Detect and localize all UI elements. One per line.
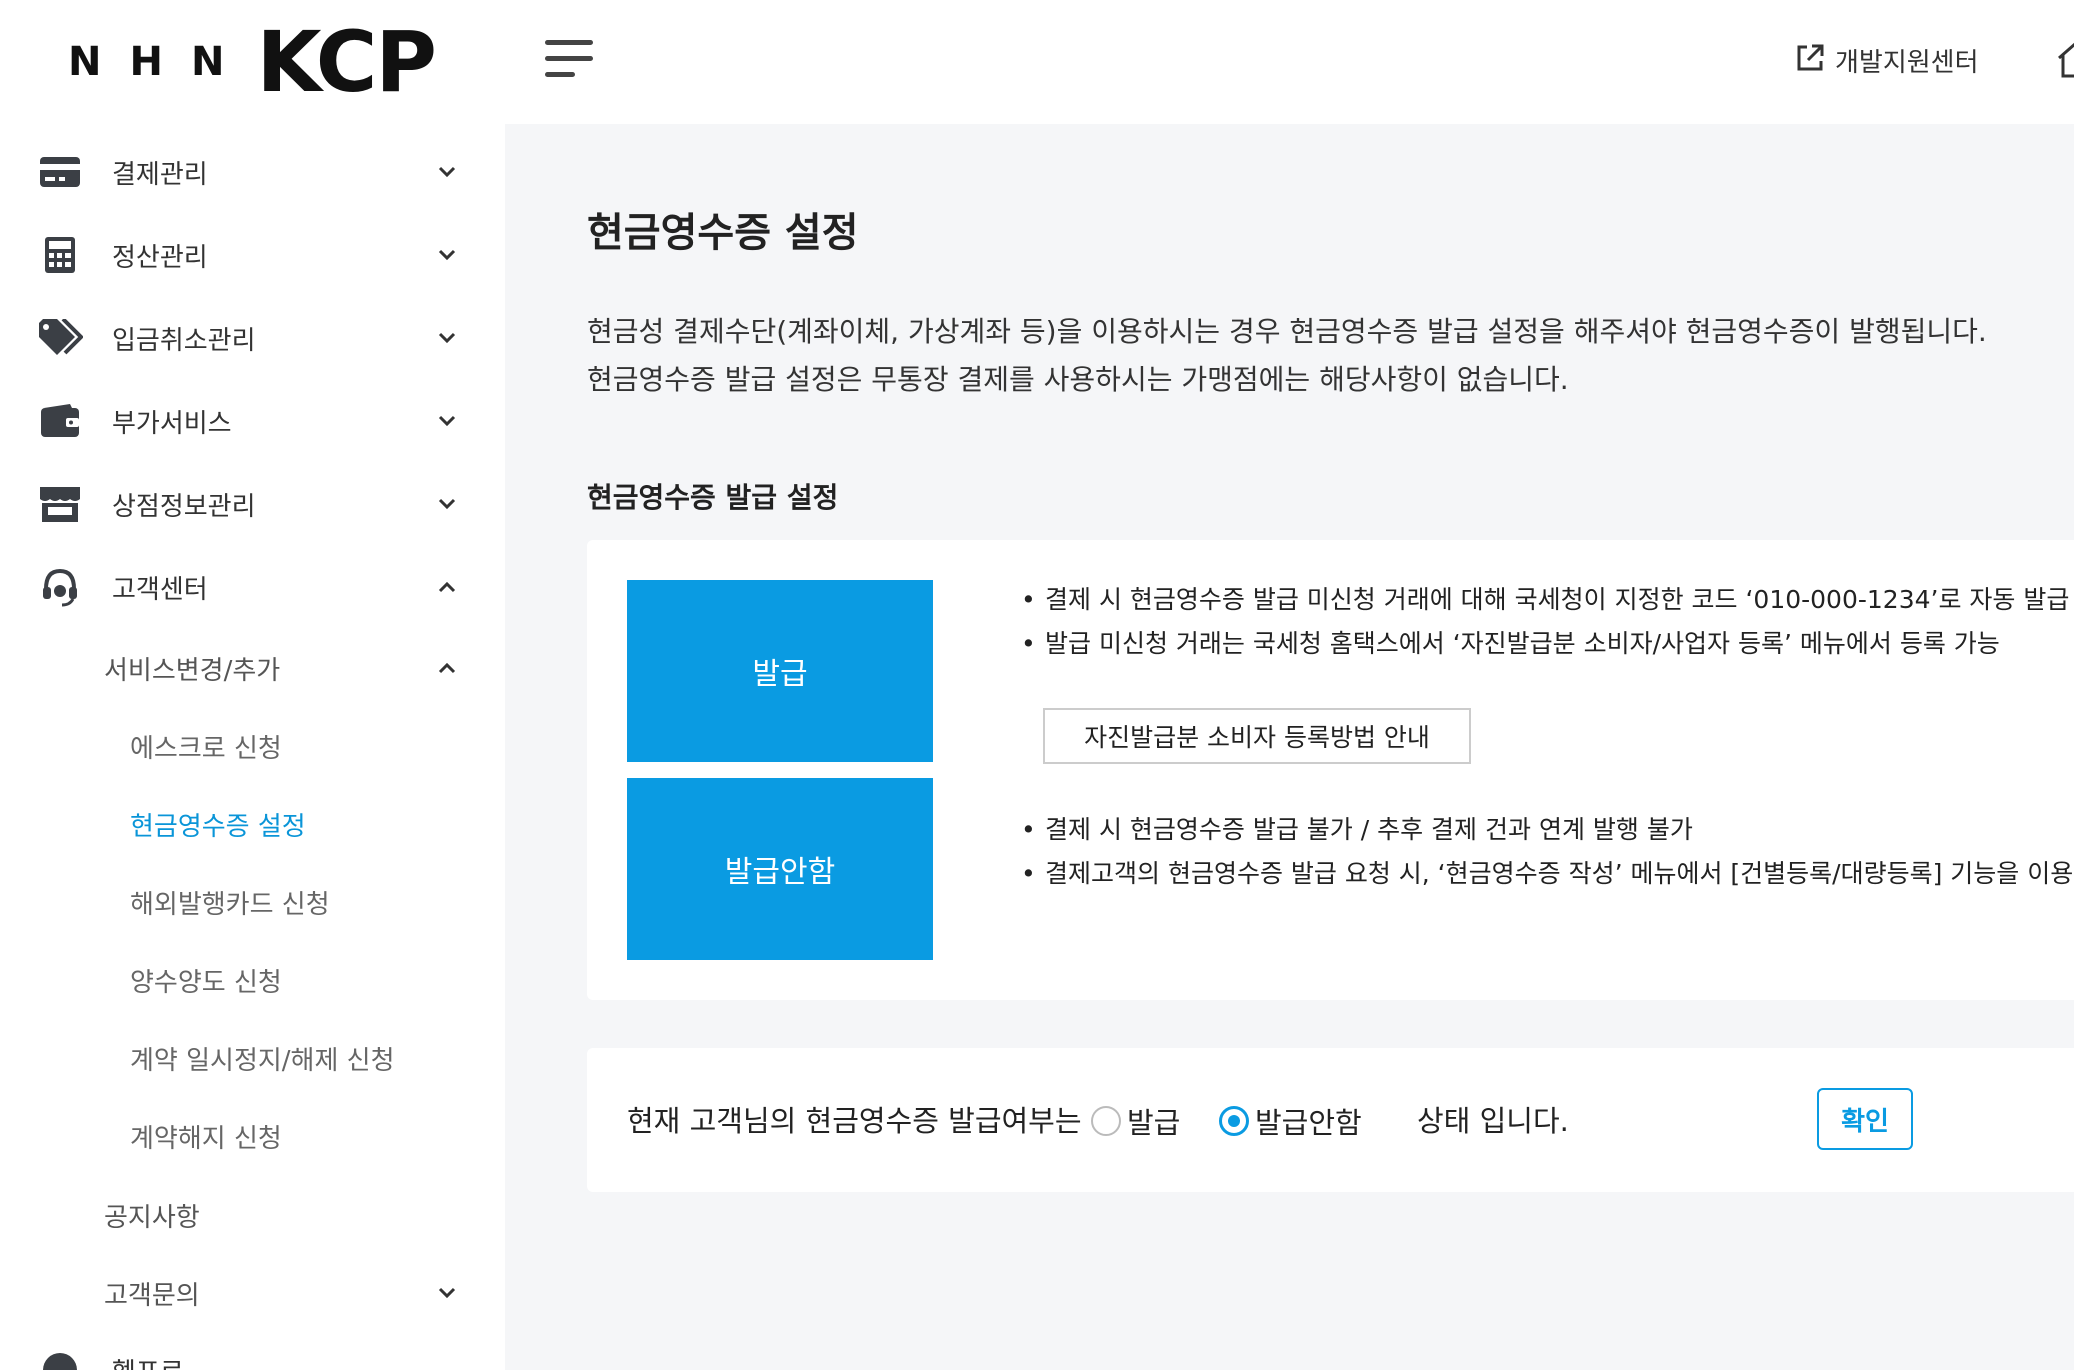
calculator-icon (36, 231, 84, 279)
nhn-kcp-logo[interactable]: NHN KCP (68, 20, 437, 104)
sidebar-item-label: 고객센터 (112, 574, 208, 605)
radio-label: 발급 (1127, 1106, 1181, 1140)
sidebar-item-label: 정산관리 (112, 242, 208, 273)
sidebar-item-label: 헬프로 (112, 1352, 184, 1370)
sidebar-subitem-label: 고객문의 (104, 1280, 200, 1311)
description-line: 현금영수증 발급 설정은 무통장 결제를 사용하시는 가맹점에는 해당사항이 없… (587, 363, 1569, 396)
list-item: 결제 시 현금영수증 발급 불가 / 추후 결제 건과 연계 발행 불가 (1021, 808, 2073, 852)
list-item: 발급 미신청 거래는 국세청 홈택스에서 ‘자진발급분 소비자/사업자 등록’ … (1021, 622, 2069, 666)
wallet-icon (36, 397, 84, 445)
chevron-up-icon (434, 655, 460, 681)
chevron-up-icon (434, 574, 460, 600)
issue-bullet-list: 결제 시 현금영수증 발급 미신청 거래에 대해 국세청이 지정한 코드 ‘01… (1021, 578, 2069, 666)
sidebar-subitem-inquiry[interactable]: 고객문의 (0, 1261, 505, 1325)
issue-option-button[interactable]: 발급 (627, 580, 933, 762)
radio-issue[interactable]: 발급 (1091, 1100, 1180, 1142)
sidebar-leaf-transfer[interactable]: 양수양도 신청 (0, 948, 505, 1012)
chevron-down-icon (434, 242, 460, 268)
radio-circle-checked[interactable] (1219, 1106, 1249, 1136)
sidebar-subitem-notice[interactable]: 공지사항 (0, 1183, 505, 1247)
list-item: 결제고객의 현금영수증 발급 요청 시, ‘현금영수증 작성’ 메뉴에서 [건별… (1021, 852, 2073, 896)
sidebar-subitem-service-change[interactable]: 서비스변경/추가 (0, 636, 505, 700)
dev-center-link[interactable]: 개발지원센터 (1795, 40, 1979, 80)
store-icon (36, 480, 84, 528)
no-issue-option-button[interactable]: 발급안함 (627, 778, 933, 960)
sidebar-item-label: 결제관리 (112, 159, 208, 190)
list-item: 결제 시 현금영수증 발급 미신청 거래에 대해 국세청이 지정한 코드 ‘01… (1021, 578, 2069, 622)
issue-settings-card: 발급 결제 시 현금영수증 발급 미신청 거래에 대해 국세청이 지정한 코드 … (587, 540, 2074, 1000)
sidebar-leaf-label: 양수양도 신청 (130, 967, 282, 998)
sidebar-item-additional-services[interactable]: 부가서비스 (0, 386, 505, 456)
status-suffix: 상태 입니다. (1417, 1104, 1569, 1138)
sidebar-leaf-label: 계약 일시정지/해제 신청 (130, 1045, 395, 1076)
sidebar-leaf-label: 현금영수증 설정 (130, 811, 306, 842)
radio-no-issue[interactable]: 발급안함 (1219, 1100, 1362, 1142)
sidebar-item-store-info[interactable]: 상점정보관리 (0, 469, 505, 539)
chevron-down-icon (434, 1280, 460, 1306)
top-header: 개발지원센터 (505, 0, 2074, 124)
sidebar-item-settlement[interactable]: 정산관리 (0, 220, 505, 290)
description-line: 현금성 결제수단(계좌이체, 가상계좌 등)을 이용하시는 경우 현금영수증 발… (587, 315, 1987, 348)
sidebar-item-customer-center[interactable]: 고객센터 (0, 552, 505, 622)
sidebar-leaf-contract-pause[interactable]: 계약 일시정지/해제 신청 (0, 1026, 505, 1090)
sidebar-item-payment[interactable]: 결제관리 (0, 137, 505, 207)
logo-kcp: KCP (256, 13, 437, 111)
sidebar-item-partial[interactable]: 헬프로 (0, 1335, 505, 1370)
credit-card-icon (36, 148, 84, 196)
confirm-button[interactable]: 확인 (1817, 1088, 1913, 1150)
self-issue-guide-button[interactable]: 자진발급분 소비자 등록방법 안내 (1043, 708, 1471, 764)
page-title: 현금영수증 설정 (587, 210, 859, 256)
sidebar-subitem-label: 공지사항 (104, 1202, 200, 1233)
sidebar-leaf-label: 해외발행카드 신청 (130, 889, 330, 920)
hamburger-menu-button[interactable] (545, 38, 595, 80)
main-content: 현금영수증 설정 현금성 결제수단(계좌이체, 가상계좌 등)을 이용하시는 경… (505, 124, 2074, 1370)
radio-circle-unchecked[interactable] (1091, 1106, 1121, 1136)
headset-icon (36, 563, 84, 611)
chevron-down-icon (434, 159, 460, 185)
radio-label: 발급안함 (1255, 1106, 1362, 1140)
sidebar-subitem-label: 서비스변경/추가 (104, 655, 281, 686)
section-title: 현금영수증 발급 설정 (587, 481, 839, 514)
logo-nhn: NHN (68, 39, 253, 85)
external-link-icon (1795, 43, 1825, 77)
sidebar-item-label: 입금취소관리 (112, 325, 256, 356)
sidebar-leaf-label: 계약해지 신청 (130, 1123, 282, 1154)
sidebar-leaf-overseas-card[interactable]: 해외발행카드 신청 (0, 870, 505, 934)
status-card: 현재 고객님의 현금영수증 발급여부는 발급 발급안함 상태 입니다. 확인 (587, 1048, 2074, 1192)
sidebar-item-deposit-cancel[interactable]: 입금취소관리 (0, 303, 505, 373)
home-icon[interactable] (2055, 40, 2074, 80)
tag-icon (36, 314, 84, 362)
chevron-down-icon (434, 491, 460, 517)
page-description: 현금성 결제수단(계좌이체, 가상계좌 등)을 이용하시는 경우 현금영수증 발… (587, 308, 1987, 404)
chevron-down-icon (434, 325, 460, 351)
sidebar-leaf-cash-receipt[interactable]: 현금영수증 설정 (0, 792, 505, 856)
no-issue-bullet-list: 결제 시 현금영수증 발급 불가 / 추후 결제 건과 연계 발행 불가 결제고… (1021, 808, 2073, 896)
status-prefix: 현재 고객님의 현금영수증 발급여부는 (627, 1104, 1082, 1138)
chevron-down-icon (434, 408, 460, 434)
sidebar-leaf-escrow[interactable]: 에스크로 신청 (0, 714, 505, 778)
sidebar: NHN KCP 결제관리 정산관리 입금취소관리 부가서비스 상점정보관리 고객… (0, 0, 505, 1370)
sidebar-item-label: 상점정보관리 (112, 491, 256, 522)
dev-center-label: 개발지원센터 (1835, 47, 1979, 78)
sidebar-item-label: 부가서비스 (112, 408, 232, 439)
sidebar-leaf-contract-cancel[interactable]: 계약해지 신청 (0, 1104, 505, 1168)
help-icon (36, 1346, 84, 1370)
sidebar-leaf-label: 에스크로 신청 (130, 733, 282, 764)
